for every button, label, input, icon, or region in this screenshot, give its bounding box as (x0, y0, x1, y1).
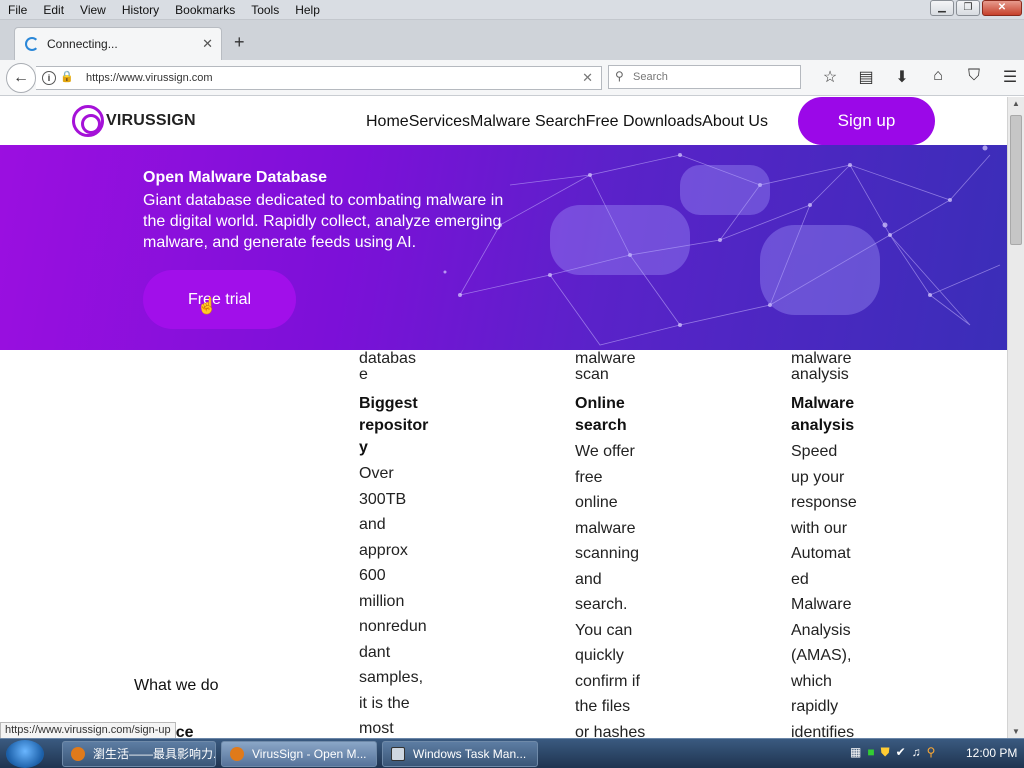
tab-title: Connecting... (47, 37, 118, 51)
taskbar-item-label: Windows Task Man... (413, 747, 527, 761)
tray-keyboard-icon[interactable]: ▦ (850, 745, 861, 760)
nav-services[interactable]: Services (409, 113, 470, 131)
scroll-down-icon[interactable]: ▼ (1012, 727, 1020, 736)
tray-network-icon[interactable]: ✔ (896, 745, 906, 760)
nav-malware-search[interactable]: Malware Search (470, 113, 586, 131)
download-icon[interactable]: ⬇ (884, 67, 920, 87)
column-title: Online search (575, 395, 627, 434)
taskbar-item-virussign[interactable]: VirusSign - Open M... (221, 741, 377, 767)
navigation-bar: ← i 🔒 https://www.virussign.com ✕ ⚲ Sear… (0, 60, 1024, 96)
tray-shield-icon[interactable]: ⛊ (881, 745, 890, 760)
tray-green-icon[interactable]: ■ (867, 745, 874, 760)
tab-active[interactable]: Connecting... ✕ (14, 27, 222, 60)
lock-icon[interactable]: 🔒 (60, 70, 74, 83)
nav-home[interactable]: Home (366, 113, 409, 131)
search-icon: ⚲ (615, 69, 624, 83)
brand-name: VIRUSSIGN (106, 112, 196, 129)
close-window-button[interactable]: ✕ (982, 0, 1022, 16)
menu-help[interactable]: Help (287, 0, 328, 20)
free-trial-button[interactable]: Free trial (143, 270, 296, 329)
status-url-tooltip: https://www.virussign.com/sign-up (0, 722, 176, 739)
menu-bookmarks[interactable]: Bookmarks (167, 0, 243, 20)
menu-tools[interactable]: Tools (243, 0, 287, 20)
task-manager-icon (391, 747, 405, 761)
home-icon[interactable]: ⌂ (920, 67, 956, 87)
scroll-up-icon[interactable]: ▲ (1012, 99, 1020, 108)
globe-network-graphic (443, 145, 1001, 346)
site-nav: Home Services Malware Search Free Downlo… (366, 113, 768, 131)
scrollbar-thumb[interactable] (1010, 115, 1022, 245)
nav-about-us[interactable]: About Us (702, 113, 768, 131)
virussign-logo-icon (72, 105, 104, 137)
search-placeholder: Search (633, 71, 668, 83)
feature-column-online-search: malware scan Online search We offer free… (575, 350, 665, 739)
what-we-do-heading: What we do (134, 677, 219, 694)
menu-bar: File Edit View History Bookmarks Tools H… (0, 0, 1024, 20)
start-button[interactable] (6, 740, 44, 768)
system-tray: ▦ ■ ⛊ ✔ ♫ ⚲ (850, 745, 935, 760)
minimize-button[interactable]: ▁ (930, 0, 954, 16)
stop-icon[interactable]: ✕ (582, 70, 593, 86)
column-title: Malware analysis (791, 395, 855, 434)
column-top-fragment: malware scan (575, 350, 636, 383)
column-top-fragment: malware analysis (791, 350, 852, 383)
bookmark-star-icon[interactable]: ☆ (812, 67, 848, 87)
taskbar-item-label: 瀏生活——最具影响力... (93, 747, 216, 761)
site-header: VIRUSSIGN Home Services Malware Search F… (0, 97, 1007, 145)
column-body: Speed up your response with our Automat … (791, 443, 857, 738)
feature-column-malware-analysis: malware analysis Malware analysis Speed … (791, 350, 881, 739)
nav-free-downloads[interactable]: Free Downloads (586, 113, 703, 131)
column-title: Biggest repositor y (359, 395, 429, 456)
taskbar-item-label: VirusSign - Open M... (252, 747, 367, 761)
hero-description: Giant database dedicated to combating ma… (143, 192, 504, 251)
url-text[interactable]: https://www.virussign.com (86, 72, 213, 84)
firefox-icon (230, 747, 244, 761)
menu-edit[interactable]: Edit (35, 0, 72, 20)
close-tab-icon[interactable]: ✕ (202, 36, 213, 52)
tray-search-icon[interactable]: ⚲ (927, 745, 936, 760)
back-button[interactable]: ← (6, 63, 36, 93)
tab-strip: Connecting... ✕ + (0, 20, 1024, 60)
firefox-icon (71, 747, 85, 761)
new-tab-button[interactable]: + (234, 32, 245, 53)
tray-volume-icon[interactable]: ♫ (912, 745, 921, 760)
reading-list-icon[interactable]: ▤ (848, 67, 884, 87)
hero-banner: Open Malware Database Giant database ded… (0, 145, 1007, 350)
column-top-fragment: databas e (359, 350, 416, 383)
restore-button[interactable]: ❐ (956, 0, 980, 16)
taskbar-clock: 12:00 PM (966, 746, 1018, 760)
column-body: Over 300TB and approx 600 million nonred… (359, 465, 427, 737)
menu-history[interactable]: History (114, 0, 167, 20)
site-logo[interactable]: VIRUSSIGN (72, 105, 196, 137)
search-input[interactable]: ⚲ Search (608, 65, 801, 89)
menu-file[interactable]: File (0, 0, 35, 20)
hamburger-menu-icon[interactable]: ☰ (992, 67, 1024, 87)
taskbar-item-firefox-1[interactable]: 瀏生活——最具影响力... (62, 741, 216, 767)
sign-up-button[interactable]: Sign up (798, 97, 935, 145)
info-icon[interactable]: i (42, 71, 56, 85)
loading-spinner-icon (25, 37, 39, 51)
windows-taskbar: 瀏生活——最具影响力... VirusSign - Open M... Wind… (0, 738, 1024, 768)
page-viewport: VIRUSSIGN Home Services Malware Search F… (0, 97, 1007, 738)
taskbar-item-task-manager[interactable]: Windows Task Man... (382, 741, 538, 767)
hand-cursor-icon: ☝ (197, 298, 217, 315)
page-scrollbar[interactable]: ▲ ▼ (1007, 97, 1024, 738)
pocket-icon[interactable]: ⛉ (956, 67, 992, 87)
url-bar[interactable]: i 🔒 https://www.virussign.com ✕ (36, 66, 602, 90)
feature-column-repository: databas e Biggest repositor y Over 300TB… (359, 351, 449, 738)
hero-title: Open Malware Database (143, 169, 328, 186)
menu-view[interactable]: View (72, 0, 114, 20)
column-body: We offer free online malware scanning an… (575, 443, 646, 738)
